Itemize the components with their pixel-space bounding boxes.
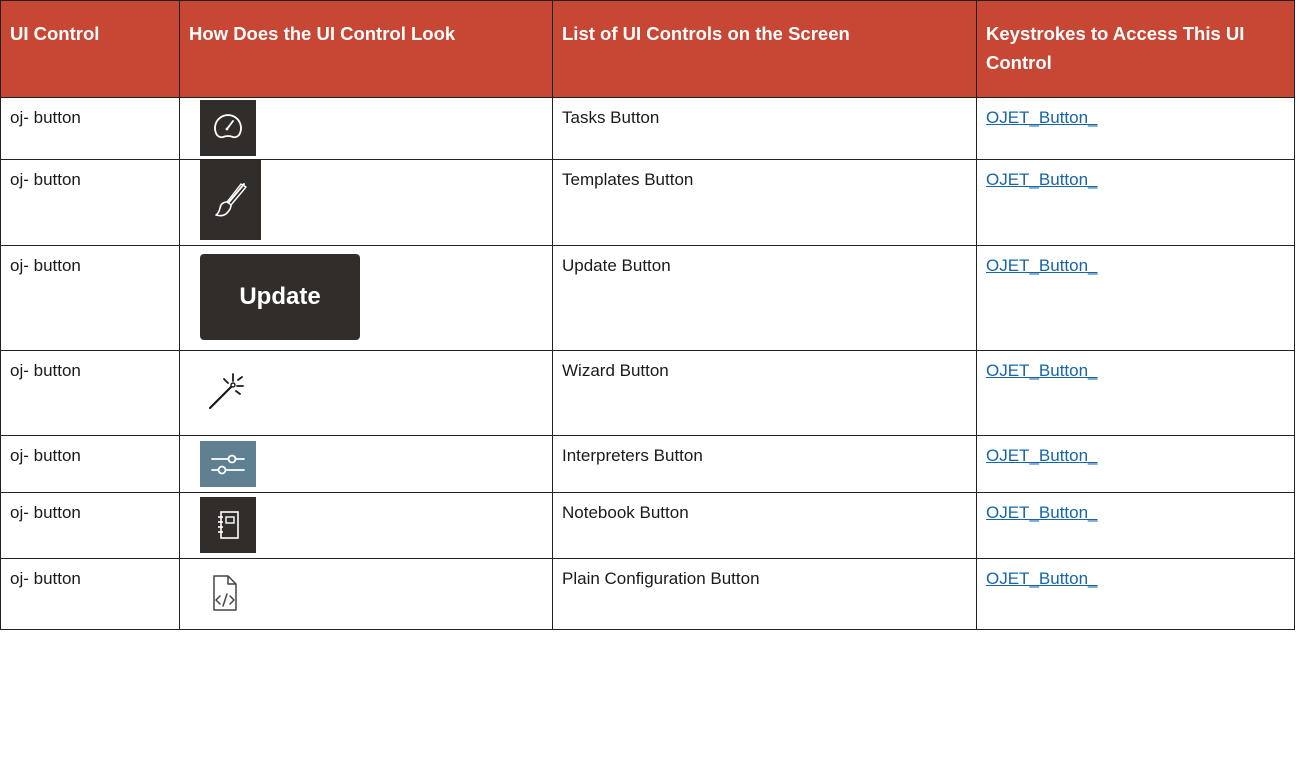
control-type-cell: oj- button bbox=[0, 97, 180, 160]
control-look-cell bbox=[179, 492, 553, 559]
control-type-cell: oj- button bbox=[0, 492, 180, 559]
table-row: oj- button Wizard Button OJET_Button_ bbox=[0, 350, 1295, 436]
paintbrush-icon bbox=[200, 160, 261, 240]
keystroke-cell: OJET_Button_ bbox=[976, 435, 1295, 493]
gauge-icon bbox=[200, 100, 256, 156]
control-look-cell bbox=[179, 159, 553, 246]
code-file-icon bbox=[200, 565, 250, 621]
control-name-cell: Wizard Button bbox=[552, 350, 977, 436]
ojet-button-link[interactable]: OJET_Button_ bbox=[986, 256, 1098, 275]
control-type-cell: oj- button bbox=[0, 159, 180, 246]
keystroke-cell: OJET_Button_ bbox=[976, 159, 1295, 246]
ui-controls-table: UI Control How Does the UI Control Look … bbox=[0, 0, 1295, 630]
control-type-cell: oj- button bbox=[0, 558, 180, 630]
ojet-button-link[interactable]: OJET_Button_ bbox=[986, 170, 1098, 189]
header-row: UI Control How Does the UI Control Look … bbox=[0, 0, 1295, 98]
ojet-button-link[interactable]: OJET_Button_ bbox=[986, 108, 1098, 127]
ojet-button-link[interactable]: OJET_Button_ bbox=[986, 569, 1098, 588]
update-button-image: Update bbox=[200, 254, 360, 340]
header-keystrokes: Keystrokes to Access This UI Control bbox=[976, 0, 1295, 98]
table-row: oj- button Update Update Button OJET_But… bbox=[0, 245, 1295, 351]
control-look-cell: Update bbox=[179, 245, 553, 351]
table-row: oj- button Tasks Button OJET_Button_ bbox=[0, 97, 1295, 160]
table-row: oj- button Notebook Button OJET_Button_ bbox=[0, 492, 1295, 559]
keystroke-cell: OJET_Button_ bbox=[976, 97, 1295, 160]
control-look-cell bbox=[179, 97, 553, 160]
ojet-button-link[interactable]: OJET_Button_ bbox=[986, 361, 1098, 380]
table-row: oj- button Plain Configuration Button OJ… bbox=[0, 558, 1295, 630]
control-name-cell: Tasks Button bbox=[552, 97, 977, 160]
control-type-cell: oj- button bbox=[0, 435, 180, 493]
control-look-cell bbox=[179, 435, 553, 493]
control-type-cell: oj- button bbox=[0, 350, 180, 436]
control-name-cell: Templates Button bbox=[552, 159, 977, 246]
control-name-cell: Plain Configuration Button bbox=[552, 558, 977, 630]
keystroke-cell: OJET_Button_ bbox=[976, 492, 1295, 559]
control-look-cell bbox=[179, 558, 553, 630]
ojet-button-link[interactable]: OJET_Button_ bbox=[986, 446, 1098, 465]
ojet-button-link[interactable]: OJET_Button_ bbox=[986, 503, 1098, 522]
header-controls-list: List of UI Controls on the Screen bbox=[552, 0, 977, 98]
sliders-icon bbox=[200, 441, 256, 487]
control-type-cell: oj- button bbox=[0, 245, 180, 351]
keystroke-cell: OJET_Button_ bbox=[976, 350, 1295, 436]
header-ui-control: UI Control bbox=[0, 0, 180, 98]
notebook-icon bbox=[200, 497, 256, 553]
table-row: oj- button Templates Button OJET_Button_ bbox=[0, 159, 1295, 246]
control-look-cell bbox=[179, 350, 553, 436]
keystroke-cell: OJET_Button_ bbox=[976, 558, 1295, 630]
control-name-cell: Update Button bbox=[552, 245, 977, 351]
header-control-look: How Does the UI Control Look bbox=[179, 0, 553, 98]
control-name-cell: Interpreters Button bbox=[552, 435, 977, 493]
keystroke-cell: OJET_Button_ bbox=[976, 245, 1295, 351]
control-name-cell: Notebook Button bbox=[552, 492, 977, 559]
magic-wand-icon bbox=[200, 366, 250, 416]
table-row: oj- button Interpreters Button OJET_Butt… bbox=[0, 435, 1295, 493]
